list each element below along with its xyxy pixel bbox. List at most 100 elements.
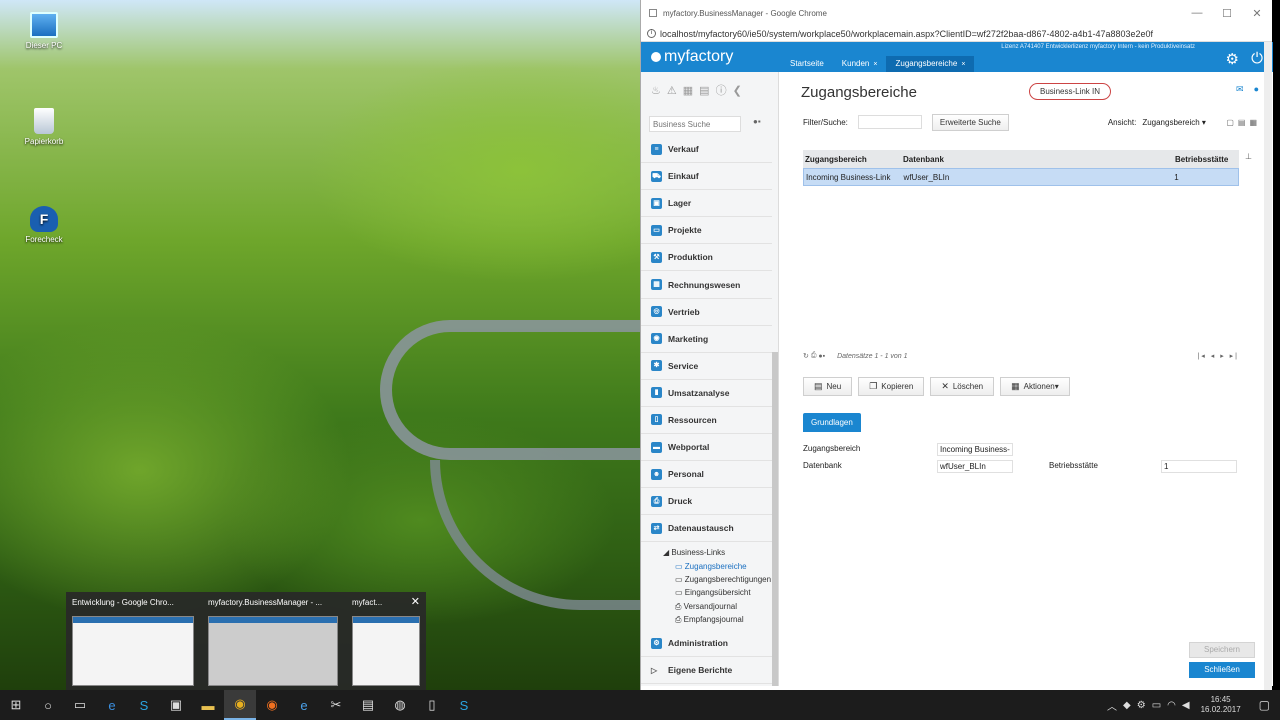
sidebar-item-verkauf[interactable]: ≡ Verkauf [641,136,772,164]
info-icon[interactable]: ⓘ [716,82,727,98]
tab-close-icon[interactable]: × [961,61,965,68]
column-header[interactable]: Zugangsbereich [803,155,903,164]
network-app-icon[interactable]: ◍ [384,690,416,720]
ie-icon[interactable]: e [288,690,320,720]
skype-business-icon[interactable]: S [448,690,480,720]
delete-button[interactable]: ✕ Löschen [930,377,995,396]
sidebar-item-datenaustausch[interactable]: ⇄ Datenaustausch [641,515,772,543]
thumbnail-businessmanager[interactable]: myfactory.BusinessManager - ... [202,592,342,690]
datenbank-field[interactable]: wfUser_BLIn [937,460,1013,473]
tab-close-icon[interactable]: × [873,61,877,68]
close-icon[interactable]: ✕ [411,595,420,608]
new-button[interactable]: ▤ Neu [803,377,853,396]
tab-startseite[interactable]: Startseite [781,56,833,72]
filter-input[interactable] [857,115,922,129]
thumbnail-chrome-entwicklung[interactable]: Entwicklung - Google Chro... [66,592,202,690]
edge-icon[interactable]: e [96,690,128,720]
sidebar-item-lager[interactable]: ▣ Lager [641,190,772,218]
search-options-icon[interactable]: ●▪ [753,117,761,126]
column-config-icon[interactable]: ⊥ [1245,152,1252,161]
window-titlebar[interactable]: myfactory.BusinessManager - Google Chrom… [641,0,1272,26]
notifications-icon[interactable]: ▢ [1249,698,1280,712]
sidebar-item-vertrieb[interactable]: ◎ Vertrieb [641,299,772,326]
sidebar-item-marketing[interactable]: ◉ Marketing [641,326,772,353]
help-icon[interactable]: ● [1254,84,1259,95]
close-icon[interactable]: ✕ [1242,0,1272,26]
subnav-business-links[interactable]: ◢ Business-Links [663,546,772,559]
tab-kunden[interactable]: Kunden × [833,56,887,72]
print-icon[interactable]: ⎙ [811,352,817,360]
sidebar-item-personal[interactable]: ☻ Personal [641,461,772,489]
view-grid-icon[interactable]: ▦ [1249,118,1257,127]
view-detail-icon[interactable]: ▤ [1238,118,1246,127]
business-link-chip[interactable]: Business-Link IN [1029,83,1112,100]
refresh-icon[interactable]: ↻ [803,352,809,360]
betriebsstaette-field[interactable]: 1 [1161,460,1237,473]
subnav-empfangsjournal[interactable]: ⎙ Empfangsjournal [663,613,772,626]
maximize-icon[interactable]: ☐ [1212,0,1242,26]
chrome-icon[interactable]: ◉ [224,690,256,720]
sidebar-item-ressourcen[interactable]: ▯ Ressourcen [641,407,772,435]
folder-icon[interactable]: ▬ [192,690,224,720]
actions-button[interactable]: ▦ Aktionen ▾ [1000,377,1070,396]
clock[interactable]: 16:45 16.02.2017 [1193,695,1249,715]
sidebar-item-webportal[interactable]: ▬ Webportal [641,434,772,462]
sidebar-item-service[interactable]: ✱ Service [641,353,772,380]
info-icon[interactable]: i [647,29,656,38]
sidebar-item-produktion[interactable]: ⚒ Produktion [641,244,772,272]
calendar-icon[interactable]: ▦ [683,84,693,97]
app-logo[interactable]: myfactory [651,48,733,66]
warning-icon[interactable]: ⚠ [667,84,677,97]
copy-button[interactable]: ❐ Kopieren [858,377,925,396]
notes-icon[interactable]: ▤ [699,84,709,97]
app-icon[interactable]: ▤ [352,690,384,720]
gear-icon[interactable]: ⚙ [1226,50,1239,68]
tab-grundlagen[interactable]: Grundlagen [803,413,861,432]
sidebar-item-rechnungswesen[interactable]: ▦ Rechnungswesen [641,271,772,299]
tools-icon[interactable]: ✂ [320,690,352,720]
store-icon[interactable]: ▣ [160,690,192,720]
tab-zugangsbereiche[interactable]: Zugangsbereiche × [886,56,975,72]
thumbnail-myfactory[interactable]: myfact... ✕ [346,592,426,690]
save-button[interactable]: Speichern [1189,642,1255,658]
view-select[interactable]: Zugangsbereich ▾ [1142,118,1218,127]
subnav-zugangsbereiche[interactable]: ▭ Zugangsbereiche [663,560,772,573]
column-header[interactable]: Datenbank [903,155,1175,164]
column-header[interactable]: Betriebsstätte [1175,155,1239,164]
view-list-icon[interactable]: ▢ [1226,118,1234,127]
battery-icon[interactable]: ▭ [1149,700,1164,711]
firefox-icon[interactable]: ◉ [256,690,288,720]
desktop-icon-this-pc[interactable]: Dieser PC [9,12,79,50]
chevron-up-icon[interactable]: ︿ [1104,698,1120,713]
task-view-icon[interactable]: ▭ [64,690,96,720]
sidebar-item-administration[interactable]: ⚙ Administration [641,630,772,658]
desktop-icon-recycle-bin[interactable]: Papierkorb [9,108,79,146]
zugangsbereich-field[interactable]: Incoming Business- [937,443,1013,456]
collapse-icon[interactable]: ❮ [733,84,742,97]
address-bar[interactable]: i localhost/myfactory60/ie50/system/work… [641,26,1272,42]
skype-icon[interactable]: S [128,690,160,720]
table-row[interactable]: Incoming Business-Link wfUser_BLIn 1 [803,168,1239,186]
document-icon[interactable]: ▯ [416,690,448,720]
sidebar-scrollbar[interactable] [772,352,778,686]
link-icon[interactable]: ●▪ [818,353,825,360]
search-icon[interactable]: ○ [32,690,64,720]
mail-icon[interactable]: ✉ [1236,84,1244,95]
minimize-icon[interactable]: — [1182,0,1212,26]
sidebar-item-projekte[interactable]: ▭ Projekte [641,217,772,245]
power-icon[interactable]: ⏻ [1251,50,1263,67]
bottle-icon[interactable]: ♨ [651,84,661,97]
subnav-zugangsberechtigungen[interactable]: ▭ Zugangsberechtigungen [663,573,772,586]
tray-app-icon[interactable]: ◆ [1120,700,1134,711]
extended-search-button[interactable]: Erweiterte Suche [931,113,1009,131]
wifi-icon[interactable]: ◠ [1164,700,1179,711]
pager-nav-icons[interactable]: |◂ ◂ ▸ ▸| [1197,352,1239,360]
close-button[interactable]: Schließen [1189,662,1255,678]
window-scrollbar[interactable] [1264,42,1272,690]
sidebar-item-druck[interactable]: ⎙ Druck [641,488,772,516]
business-search-input[interactable] [649,116,741,132]
sidebar-item-eigene-berichte[interactable]: ▷ Eigene Berichte [641,657,772,685]
windows-start-icon[interactable]: ⊞ [0,690,32,720]
tray-app-icon[interactable]: ⚙ [1134,700,1149,711]
sidebar-item-einkauf[interactable]: ⛟ Einkauf [641,163,772,191]
